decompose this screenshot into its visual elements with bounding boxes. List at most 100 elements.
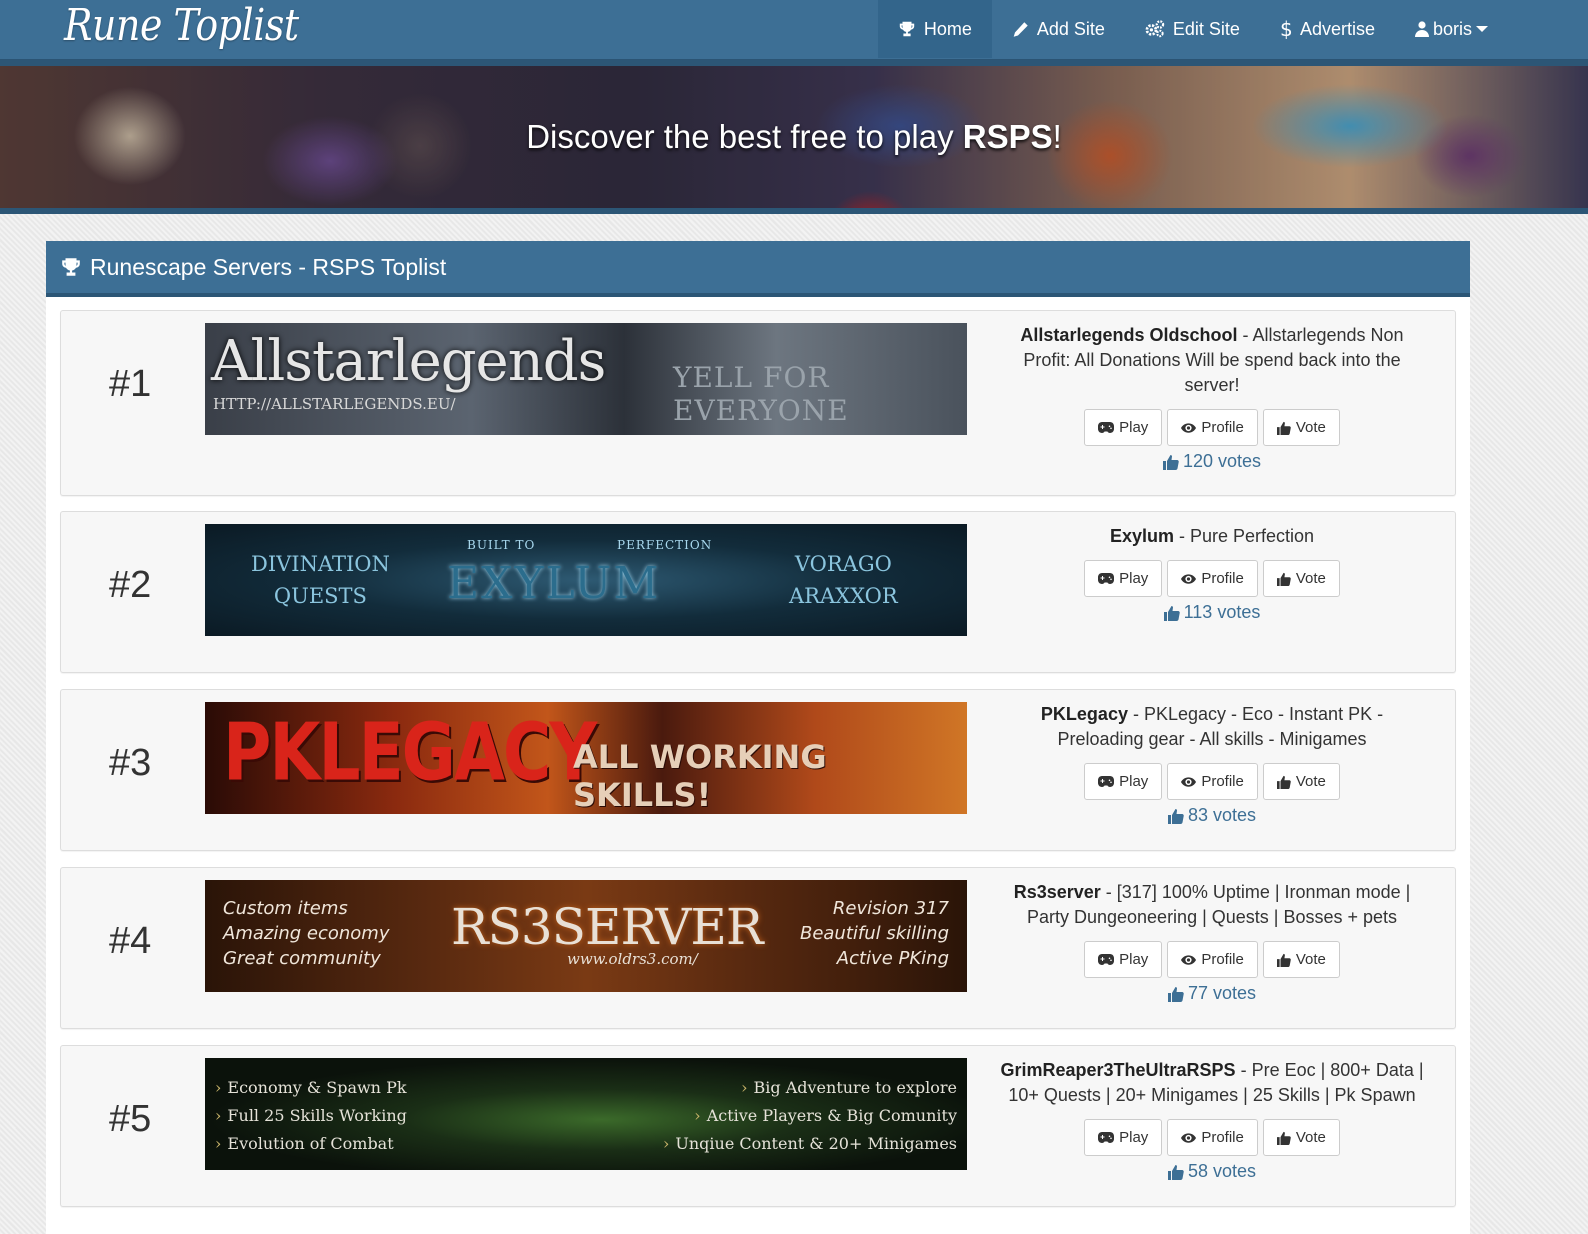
action-buttons: Play Profile Vote (997, 1119, 1427, 1156)
play-button[interactable]: Play (1084, 763, 1163, 800)
panel-heading: Runescape Servers - RSPS Toplist (46, 241, 1470, 297)
vote-button[interactable]: Vote (1262, 1119, 1340, 1156)
vote-count: 77 votes (997, 981, 1427, 1006)
profile-button[interactable]: Profile (1167, 941, 1258, 978)
eye-icon (1181, 776, 1197, 787)
profile-label: Profile (1201, 570, 1244, 587)
server-info: PKLegacy - PKLegacy - Eco - Instant PK -… (997, 702, 1427, 828)
banner-right-line: Revision 317 (832, 898, 949, 919)
banner-left-line: DIVINATION (251, 552, 390, 576)
server-name[interactable]: PKLegacy (1041, 704, 1128, 724)
vote-label: Vote (1295, 951, 1326, 968)
profile-button[interactable]: Profile (1167, 560, 1258, 597)
server-banner[interactable]: DIVINATION QUESTS BUILT TO PERFECTION EXY… (205, 524, 967, 636)
nav-user-menu[interactable]: boris (1395, 0, 1508, 58)
vote-button[interactable]: Vote (1262, 763, 1340, 800)
eye-icon (1181, 573, 1197, 584)
vote-button[interactable]: Vote (1262, 409, 1340, 446)
gamepad-icon (1098, 1132, 1115, 1143)
play-label: Play (1119, 570, 1149, 587)
banner-left-text: Custom items Amazing economy Great communi… (223, 896, 389, 971)
profile-button[interactable]: Profile (1167, 763, 1258, 800)
vote-count-text: 83 votes (1187, 805, 1257, 825)
action-buttons: Play Profile Vote (997, 763, 1427, 800)
vote-count-text: 77 votes (1187, 983, 1257, 1003)
play-button[interactable]: Play (1084, 560, 1163, 597)
server-rank: #4 (109, 920, 152, 962)
server-entry: #1 Allstarlegends HTTP://ALLSTARLEGENDS.… (60, 310, 1456, 496)
user-icon (1414, 21, 1429, 37)
thumbs-up-icon (1167, 808, 1184, 824)
main-nav: Home Add Site Edit Site $ Advertise bori… (877, 0, 1508, 58)
action-buttons: Play Profile Vote (997, 941, 1427, 978)
thumbs-up-icon (1276, 953, 1291, 967)
server-banner[interactable]: › Economy & Spawn Pk › Full 25 Skills Work… (205, 1058, 967, 1170)
thumbs-up-icon (1167, 1164, 1184, 1180)
play-button[interactable]: Play (1084, 941, 1163, 978)
banner-tagline: ALL WORKING SKILLS! (573, 738, 827, 814)
profile-button[interactable]: Profile (1167, 409, 1258, 446)
nav-edit-site-label: Edit Site (1172, 18, 1240, 39)
server-description-line: PKLegacy - PKLegacy - Eco - Instant PK -… (1040, 704, 1384, 749)
vote-button[interactable]: Vote (1262, 560, 1340, 597)
server-banner[interactable]: PKLEGACY ALL WORKING SKILLS! (205, 702, 967, 814)
hero-title: Discover the best free to play RSPS! (0, 118, 1588, 156)
vote-button[interactable]: Vote (1262, 941, 1340, 978)
server-info: Rs3server - [317] 100% Uptime | Ironman … (997, 880, 1427, 1006)
action-buttons: Play Profile Vote (997, 409, 1427, 446)
server-description: Pure Perfection (1189, 526, 1315, 546)
banner-title: PKLEGACY (223, 706, 597, 799)
server-entry: #5 › Economy & Spawn Pk › Full 25 Skills W… (60, 1045, 1456, 1207)
nav-edit-site[interactable]: Edit Site (1125, 0, 1260, 58)
banner-right-text: Revision 317 Beautiful skilling Active PKi… (800, 896, 949, 971)
banner-right-line: › Active Players & Big Comunity (694, 1106, 957, 1125)
eye-icon (1181, 954, 1197, 965)
brand-logo[interactable]: Rune Toplist (64, 0, 299, 56)
banner-title: EXYLUM (447, 558, 661, 609)
hero-title-suffix: ! (1052, 118, 1062, 155)
vote-label: Vote (1295, 419, 1326, 436)
thumbs-up-icon (1162, 454, 1179, 470)
server-description-line: Rs3server - [317] 100% Uptime | Ironman … (1013, 882, 1411, 927)
banner-left-text: DIVINATION QUESTS (251, 548, 390, 612)
server-banner[interactable]: Allstarlegends HTTP://ALLSTARLEGENDS.EU/… (205, 323, 967, 435)
banner-left-text: › Economy & Spawn Pk › Full 25 Skills Work… (215, 1074, 407, 1158)
nav-advertise[interactable]: $ Advertise (1260, 0, 1395, 58)
server-name[interactable]: Allstarlegends Oldschool (1020, 325, 1237, 345)
banner-small-text: PERFECTION (617, 538, 713, 552)
vote-count: 83 votes (997, 803, 1427, 828)
server-info: GrimReaper3TheUltraRSPS - Pre Eoc | 800+… (997, 1058, 1427, 1184)
navbar: Rune Toplist Home Add Site Edit Site $ A… (0, 0, 1588, 60)
banner-tagline: YELL FOR EVERYONE (673, 361, 849, 427)
banner-right-line: VORAGO (794, 552, 892, 576)
play-button[interactable]: Play (1084, 1119, 1163, 1156)
caret-down-icon (1476, 26, 1488, 32)
banner-left-line: Amazing economy (223, 923, 390, 944)
action-buttons: Play Profile Vote (997, 560, 1427, 597)
thumbs-up-icon (1163, 605, 1180, 621)
gamepad-icon (1098, 776, 1115, 787)
server-rank: #5 (109, 1098, 152, 1140)
banner-left-line: Great community (223, 948, 381, 969)
thumbs-up-icon (1276, 572, 1291, 586)
nav-home[interactable]: Home (877, 0, 992, 58)
server-banner[interactable]: Custom items Amazing economy Great communi… (205, 880, 967, 992)
play-button[interactable]: Play (1084, 409, 1163, 446)
server-entry: #2 DIVINATION QUESTS BUILT TO PERFECTION … (60, 511, 1456, 673)
vote-count: 120 votes (997, 449, 1427, 474)
banner-right-text: VORAGO ARAXXOR (789, 548, 898, 612)
trophy-icon (62, 258, 80, 276)
panel-title: Runescape Servers - RSPS Toplist (90, 253, 447, 280)
thumbs-up-icon (1167, 986, 1184, 1002)
profile-button[interactable]: Profile (1167, 1119, 1258, 1156)
vote-label: Vote (1295, 773, 1326, 790)
banner-left-line: Custom items (223, 898, 348, 919)
server-name[interactable]: GrimReaper3TheUltraRSPS (1000, 1060, 1235, 1080)
banner-left-line: › Economy & Spawn Pk (215, 1078, 407, 1097)
banner-left-line: › Evolution of Combat (215, 1134, 394, 1153)
vote-count: 58 votes (997, 1159, 1427, 1184)
profile-label: Profile (1201, 951, 1244, 968)
server-name[interactable]: Exylum (1110, 526, 1174, 546)
server-name[interactable]: Rs3server (1014, 882, 1101, 902)
nav-add-site[interactable]: Add Site (992, 0, 1125, 58)
